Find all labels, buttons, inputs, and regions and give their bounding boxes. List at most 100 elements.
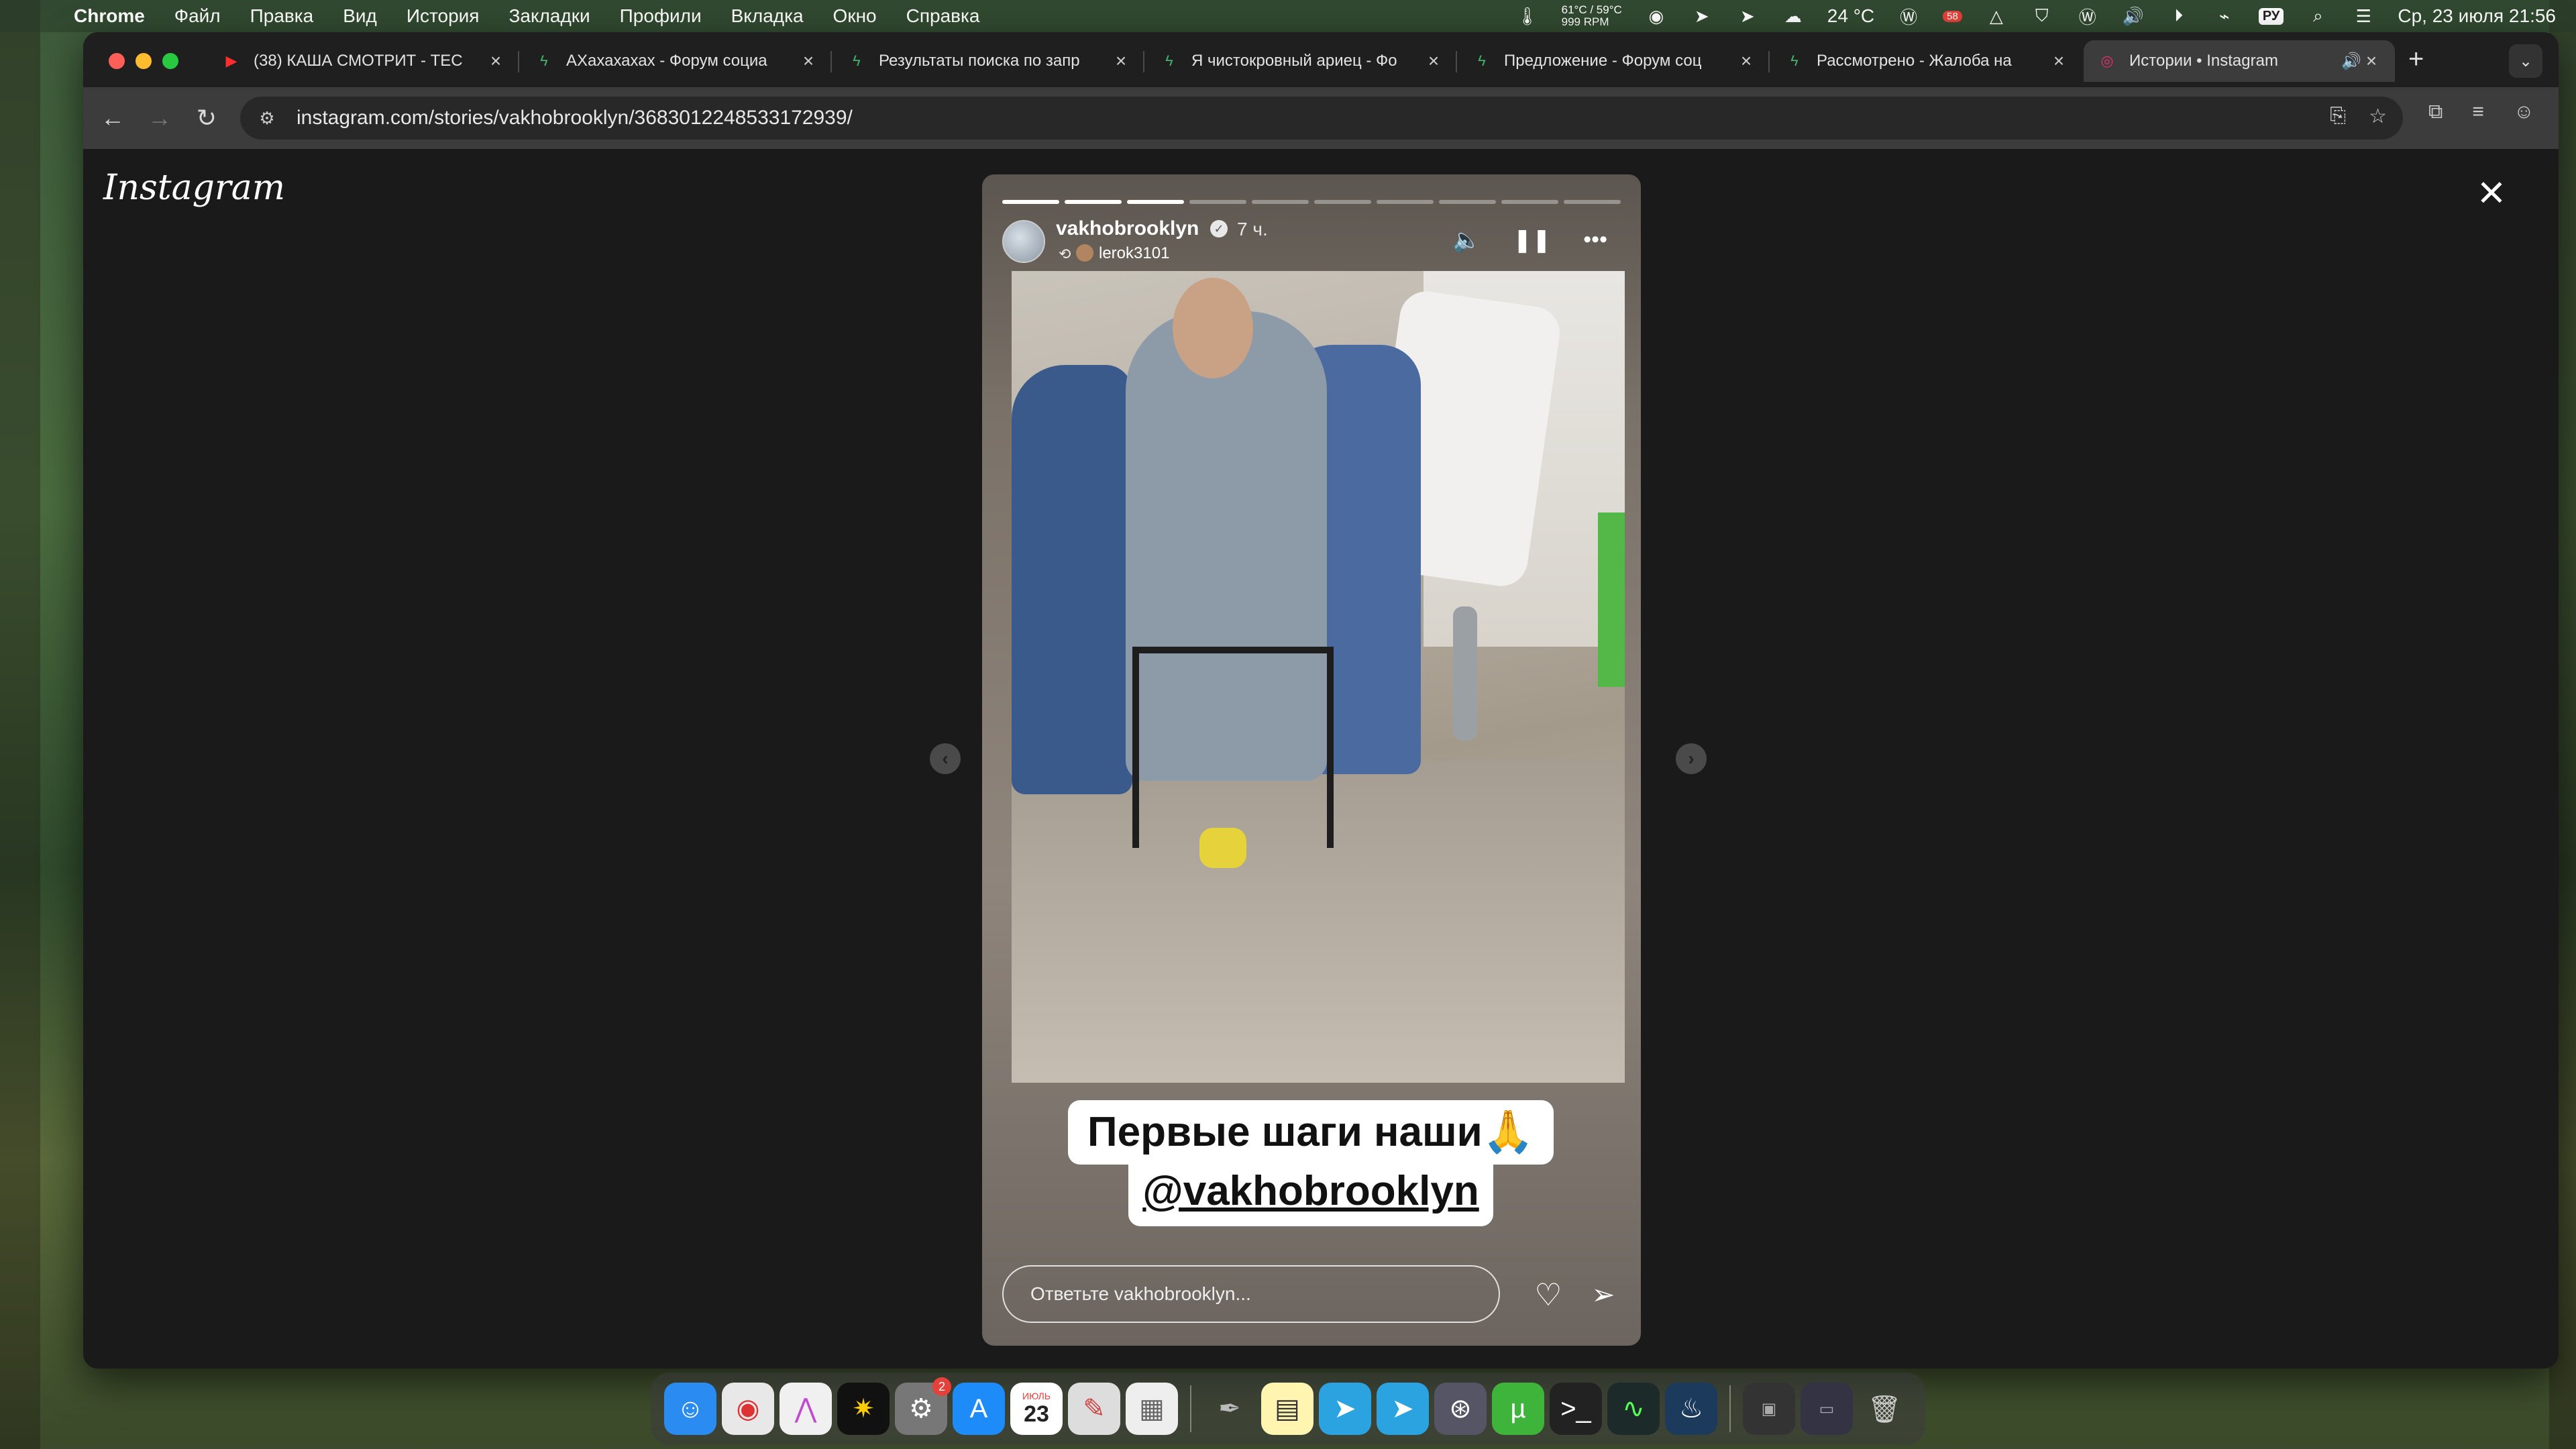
chrome-icon[interactable]: ◉ [722,1383,774,1435]
wordpress-icon[interactable]: Ⓦ [1897,6,1920,28]
finder-icon[interactable]: ☺ [664,1383,716,1435]
story-progress-bar [1002,200,1621,204]
profile-avatar[interactable]: ☺ [2514,101,2534,124]
more-options-icon[interactable]: ••• [1583,227,1607,254]
install-app-icon[interactable]: ⎘ [2330,105,2346,128]
cloud-icon[interactable]: ☁ [1782,6,1805,26]
reply-input[interactable] [1002,1265,1500,1323]
menu-app-name[interactable]: Chrome [74,5,145,27]
telegram-desktop-icon[interactable]: ➤ [1377,1383,1429,1435]
calendar-icon[interactable]: ИЮЛЬ 23 [1010,1383,1063,1435]
tab-forum-1[interactable]: ϟ АХахахахах - Форум социа × [521,40,832,82]
weather-temperature[interactable]: 24 °C [1827,5,1874,27]
arc-icon[interactable]: ⋀ [780,1383,832,1435]
telegram-icon[interactable]: ➤ [1319,1383,1371,1435]
thermometer-icon[interactable]: 🌡 [1516,6,1539,26]
tab-close-icon[interactable]: × [798,50,818,72]
utorrent-icon[interactable]: µ [1492,1383,1544,1435]
tab-forum-3[interactable]: ϟ Я чистокровный ариец - Фо × [1146,40,1457,82]
battery-badge[interactable]: 58 [1943,10,1962,22]
instagram-logo[interactable]: Instagram [103,168,285,208]
progress-segment [1252,200,1309,204]
tab-close-icon[interactable]: × [2049,50,2069,72]
spotlight-search-icon[interactable]: ⌕ [2306,5,2329,26]
trash-icon[interactable]: 🗑 [1858,1383,1911,1435]
menu-help[interactable]: Справка [906,5,980,27]
address-url[interactable]: instagram.com/stories/vakhobrooklyn/3683… [297,107,853,129]
sparkle-app-icon[interactable]: ✷ [837,1383,890,1435]
tab-audio-icon[interactable]: 🔊 [2341,52,2361,71]
system-settings-icon[interactable]: ⚙ 2 [895,1377,951,1435]
wifi-off-icon[interactable]: ⌁ [2213,6,2236,26]
menu-bookmarks[interactable]: Закладки [508,5,590,27]
volume-icon[interactable]: 🔊 [2122,6,2145,26]
tab-youtube[interactable]: ▶ (38) КАША СМОТРИТ - ТЕС × [208,40,519,82]
menu-window[interactable]: Окно [833,5,877,27]
notes-icon[interactable]: ▤ [1261,1383,1313,1435]
caption-mention[interactable]: @vakhobrooklyn [1128,1159,1493,1226]
story-viewer[interactable]: vakhobrooklyn ✓ 7 ч. ⟲ lerok3101 🔈 ❚❚ ••… [982,174,1641,1346]
vpn-icon[interactable]: △ [1985,6,2008,26]
tab-close-icon[interactable]: × [1736,50,1756,72]
minimized-window-icon[interactable]: ▣ [1743,1383,1795,1435]
window-close-button[interactable] [109,53,125,69]
tab-forum-4[interactable]: ϟ Предложение - Форум соц × [1458,40,1770,82]
tab-close-icon[interactable]: × [1424,50,1444,72]
menu-history[interactable]: История [407,5,480,27]
notes-pen-icon[interactable]: ✎ [1068,1383,1120,1435]
story-video[interactable] [1012,271,1625,1083]
shazam-icon[interactable]: ◉ [1645,6,1668,26]
menubar-datetime[interactable]: Ср, 23 июля 21:56 [2398,5,2556,27]
back-button[interactable]: ← [97,102,129,134]
input-language[interactable]: РУ [2258,7,2284,25]
tab-close-icon[interactable]: × [486,50,506,72]
site-info-icon[interactable]: ⚙ [254,108,280,129]
avatar[interactable] [1002,220,1045,263]
menu-view[interactable]: Вид [343,5,377,27]
extensions-icon[interactable]: ⧉ [2428,101,2443,124]
address-bar[interactable]: ⚙ instagram.com/stories/vakhobrooklyn/36… [240,97,2403,140]
shield-icon[interactable]: ⛉ [2031,5,2053,26]
forward-button[interactable]: → [144,102,176,134]
send-icon[interactable]: ➢ [1585,1276,1622,1313]
tab-forum-2[interactable]: ϟ Результаты поиска по запр × [833,40,1144,82]
window-minimize-button[interactable] [136,53,152,69]
tab-forum-5[interactable]: ϟ Рассмотрено - Жалоба на × [1771,40,2082,82]
close-stories-button[interactable]: × [2471,168,2512,215]
menu-file[interactable]: Файл [174,5,221,27]
telegram-alt-icon[interactable]: ➤ [1736,6,1759,26]
bookmark-star-icon[interactable]: ☆ [2369,105,2387,128]
repost-avatar[interactable] [1076,244,1093,262]
tab-close-icon[interactable]: × [2361,50,2381,72]
activity-monitor-icon[interactable]: ∿ [1607,1383,1660,1435]
menu-edit[interactable]: Правка [250,5,314,27]
pause-icon[interactable]: ❚❚ [1513,227,1551,254]
media-controls-icon[interactable]: ≡ [2472,101,2484,124]
chromium-icon[interactable]: ⊛ [1434,1383,1487,1435]
system-stats[interactable]: 61°C / 59°C 999 RPM [1562,4,1622,28]
play-circle-icon[interactable]: ⏵ [2167,5,2190,26]
menu-profiles[interactable]: Профили [620,5,702,27]
telegram-icon[interactable]: ➤ [1690,6,1713,26]
launchpad-icon[interactable]: ▦ [1126,1383,1178,1435]
app-store-icon[interactable]: A [953,1383,1005,1435]
repost-username[interactable]: lerok3101 [1099,244,1169,263]
wordpress-alt-icon[interactable]: Ⓦ [2076,6,2099,28]
story-username[interactable]: vakhobrooklyn [1056,217,1199,240]
new-tab-button[interactable]: + [2408,44,2424,74]
pen-tool-icon[interactable]: ✒ [1203,1383,1256,1435]
menu-tab[interactable]: Вкладка [731,5,804,27]
next-story-button[interactable]: › [1676,743,1707,774]
minimized-window-icon[interactable]: ▭ [1801,1383,1853,1435]
tab-close-icon[interactable]: × [1111,50,1131,72]
steam-icon[interactable]: ♨ [1665,1383,1717,1435]
tab-instagram-stories[interactable]: ◎ Истории • Instagram 🔊 × [2084,40,2395,82]
tab-search-button[interactable]: ⌄ [2509,44,2542,78]
terminal-icon[interactable]: >_ [1550,1383,1602,1435]
reload-button[interactable]: ↻ [191,102,223,134]
control-center-icon[interactable]: ☰ [2352,6,2375,26]
volume-icon[interactable]: 🔈 [1452,227,1481,254]
window-zoom-button[interactable] [162,53,178,69]
like-heart-icon[interactable]: ♡ [1529,1276,1567,1313]
previous-story-button[interactable]: ‹ [930,743,961,774]
